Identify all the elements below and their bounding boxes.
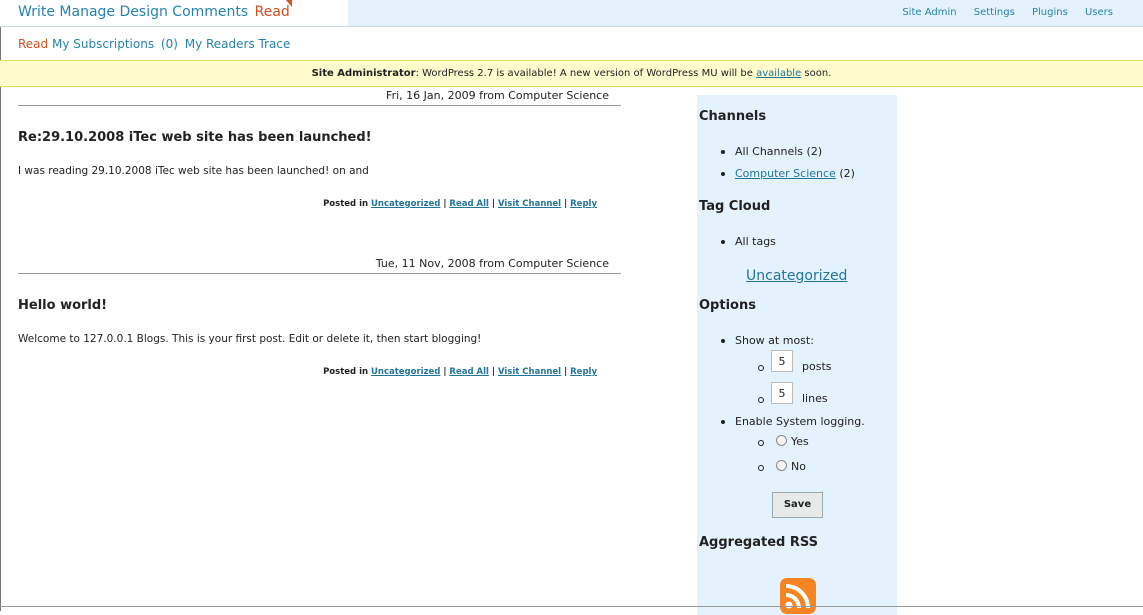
enable-logging-label: Enable System logging.	[735, 415, 865, 428]
read-all-link[interactable]: Read All	[449, 367, 489, 377]
admin-plugins[interactable]: Plugins	[1032, 7, 1068, 18]
options-heading: Options	[699, 298, 756, 313]
tag-uncategorized-link[interactable]: Uncategorized	[746, 268, 847, 284]
submenu-my-subscriptions[interactable]: My Subscriptions	[52, 37, 154, 51]
reply-link[interactable]: Reply	[570, 367, 597, 377]
circle-bullet-icon	[758, 365, 764, 371]
bullet-icon	[721, 240, 725, 244]
menu-comments[interactable]: Comments	[172, 4, 248, 20]
all-channels-count: (2)	[806, 145, 823, 158]
rss-feed-icon[interactable]	[780, 578, 816, 614]
lines-label: lines	[802, 392, 828, 405]
submenu-read[interactable]: Read	[18, 37, 48, 51]
circle-bullet-icon	[758, 465, 764, 471]
bullet-icon	[721, 420, 725, 424]
post-meta: Posted in Uncategorized | Read All | Vis…	[323, 367, 597, 377]
posts-label: posts	[802, 360, 832, 373]
save-button[interactable]: Save	[772, 492, 823, 518]
reply-link[interactable]: Reply	[570, 199, 597, 209]
computer-science-link[interactable]: Computer Science	[735, 167, 836, 180]
computer-science-count: (2)	[839, 167, 855, 180]
main-menu: Write Manage Design Comments Read	[18, 4, 290, 20]
notice-tail: soon.	[804, 68, 832, 79]
menu-write[interactable]: Write	[18, 4, 55, 20]
post-date: Fri, 16 Jan, 2009 from Computer Science	[18, 89, 621, 106]
logging-no-label: No	[791, 460, 806, 473]
all-channels-link[interactable]: All Channels	[735, 145, 803, 158]
logging-yes-radio[interactable]	[776, 435, 787, 446]
show-at-most-label: Show at most:	[735, 334, 814, 347]
circle-bullet-icon	[758, 397, 764, 403]
menu-read[interactable]: Read	[255, 4, 290, 20]
admin-users[interactable]: Users	[1085, 7, 1113, 18]
post-title: Hello world!	[18, 298, 108, 313]
post-date: Tue, 11 Nov, 2008 from Computer Science	[18, 257, 621, 274]
all-tags-item[interactable]: All tags	[735, 235, 776, 248]
category-link[interactable]: Uncategorized	[371, 367, 440, 377]
visit-channel-link[interactable]: Visit Channel	[498, 367, 561, 377]
menu-gap	[300, 0, 348, 26]
category-link[interactable]: Uncategorized	[371, 199, 440, 209]
window-left-border	[0, 0, 1, 611]
notice-available-link[interactable]: available	[756, 68, 801, 79]
channel-item-all: All Channels (2)	[735, 145, 822, 158]
bullet-icon	[721, 172, 725, 176]
admin-menu: Site Admin Settings Plugins Users	[888, 7, 1113, 18]
submenu-subscription-count[interactable]: (0)	[161, 37, 178, 51]
visit-channel-link[interactable]: Visit Channel	[498, 199, 561, 209]
channels-heading: Channels	[699, 109, 767, 124]
circle-bullet-icon	[758, 440, 764, 446]
bullet-icon	[721, 150, 725, 154]
admin-settings[interactable]: Settings	[974, 7, 1015, 18]
post: Tue, 11 Nov, 2008 from Computer Science …	[18, 257, 621, 377]
notice-label: Site Administrator	[311, 68, 416, 79]
bullet-icon	[721, 339, 725, 343]
read-all-link[interactable]: Read All	[449, 199, 489, 209]
post: Fri, 16 Jan, 2009 from Computer Science …	[18, 89, 621, 209]
posts-count-input[interactable]: 5	[771, 350, 793, 372]
channel-item-computer-science: Computer Science (2)	[735, 167, 855, 180]
notice-text: : WordPress 2.7 is available! A new vers…	[415, 68, 753, 79]
post-title: Re:29.10.2008 iTec web site has been lau…	[18, 130, 372, 145]
rss-icon-graphic	[785, 584, 810, 609]
logging-yes-label: Yes	[791, 435, 809, 448]
sub-menu: Read My Subscriptions (0) My Readers Tra…	[18, 37, 290, 51]
submenu-my-readers-trace[interactable]: My Readers Trace	[185, 37, 291, 51]
aggregated-rss-heading: Aggregated RSS	[699, 535, 818, 550]
menu-manage[interactable]: Manage	[59, 4, 115, 20]
top-navigation-bar: Write Manage Design Comments Read Site A…	[0, 0, 1143, 27]
window-bottom-border	[0, 606, 1143, 607]
posted-in-label: Posted in	[323, 199, 369, 209]
admin-notice: Site Administrator: WordPress 2.7 is ava…	[0, 60, 1143, 87]
post-body: I was reading 29.10.2008 iTec web site h…	[18, 165, 369, 177]
post-body: Welcome to 127.0.0.1 Blogs. This is your…	[18, 333, 482, 345]
tag-cloud-heading: Tag Cloud	[699, 199, 771, 214]
lines-count-input[interactable]: 5	[771, 382, 793, 404]
admin-site-admin[interactable]: Site Admin	[902, 7, 956, 18]
post-meta: Posted in Uncategorized | Read All | Vis…	[323, 199, 597, 209]
menu-design[interactable]: Design	[120, 4, 168, 20]
logging-no-radio[interactable]	[776, 460, 787, 471]
posted-in-label: Posted in	[323, 367, 369, 377]
sidebar: Channels All Channels (2) Computer Scien…	[697, 95, 897, 615]
